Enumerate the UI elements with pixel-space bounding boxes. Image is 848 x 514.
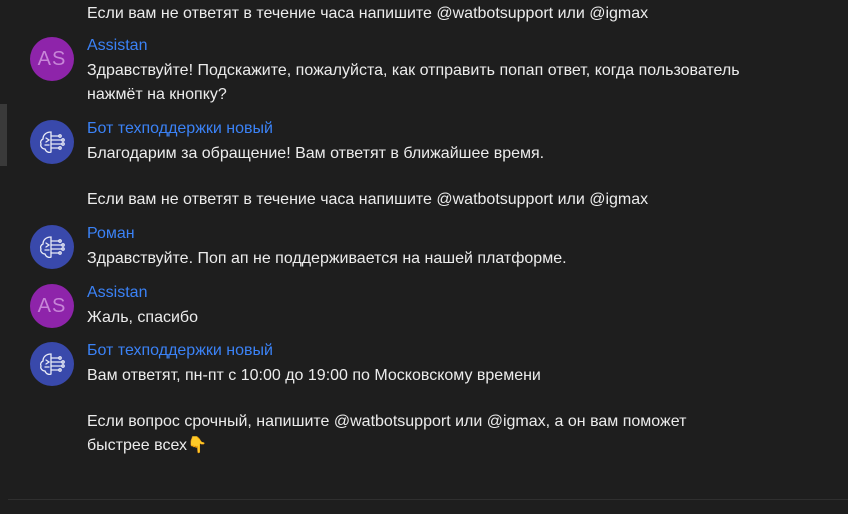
message-text: Здравствуйте! Подскажите, пожалуйста, ка…	[87, 62, 740, 103]
scrollbar[interactable]	[0, 104, 7, 166]
message-body: Здравствуйте. Поп ап не поддерживается н…	[87, 247, 747, 271]
avatar-initials: AS	[37, 47, 67, 70]
avatar-initials: AS	[37, 294, 67, 317]
bot-icon	[39, 353, 65, 376]
avatar[interactable]	[30, 342, 74, 386]
avatar[interactable]: AS	[30, 284, 74, 328]
message-text: Благодарим за обращение! Вам ответят в б…	[87, 145, 545, 162]
avatar[interactable]	[30, 225, 74, 269]
message-body: Жаль, спасибо	[87, 306, 747, 330]
message-text: Если вам не ответят в течение часа напиш…	[87, 191, 649, 208]
message-text: Если вам не ответят в течение часа напиш…	[87, 5, 649, 22]
bot-icon	[39, 236, 65, 259]
message-body: Здравствуйте! Подскажите, пожалуйста, ка…	[87, 59, 747, 107]
avatar[interactable]	[30, 120, 74, 164]
message-author[interactable]: Assistan	[87, 35, 147, 57]
message-body: Вам ответят, пн-пт с 10:00 до 19:00 по М…	[87, 364, 747, 458]
message-text: Жаль, спасибо	[87, 309, 198, 326]
message-text: Вам ответят, пн-пт с 10:00 до 19:00 по М…	[87, 367, 541, 384]
chat-history: Если вам не ответят в течение часа напиш…	[0, 0, 848, 500]
message-text: Если вопрос срочный, напишите @watbotsup…	[87, 413, 687, 454]
message-body: Благодарим за обращение! Вам ответят в б…	[87, 142, 747, 212]
avatar[interactable]: AS	[30, 37, 74, 81]
bot-icon	[39, 131, 65, 154]
message-author[interactable]: Роман	[87, 223, 135, 245]
message-author[interactable]: Бот техподдержки новый	[87, 340, 273, 362]
message-text: Здравствуйте. Поп ап не поддерживается н…	[87, 250, 567, 267]
message-author[interactable]: Assistan	[87, 282, 147, 304]
message-author[interactable]: Бот техподдержки новый	[87, 118, 273, 140]
composer-area[interactable]	[8, 500, 848, 514]
